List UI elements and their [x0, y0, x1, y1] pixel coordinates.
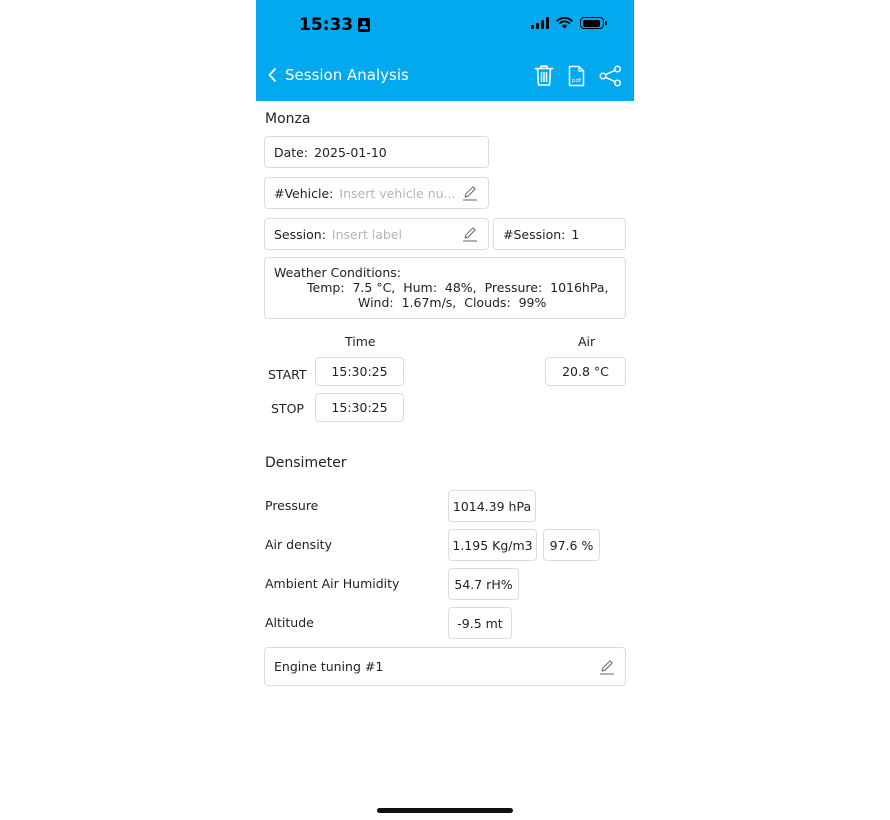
back-button[interactable]: Session Analysis — [268, 66, 409, 84]
start-label: START — [268, 367, 307, 382]
date-label: Date: — [274, 144, 309, 160]
status-bar-time: 15:33 — [299, 15, 371, 35]
home-indicator[interactable] — [377, 808, 513, 813]
session-label-field[interactable]: Session: Insert label — [264, 218, 489, 250]
start-time-value: 15:30:25 — [315, 357, 404, 386]
nav-bar: Session Analysis pdf — [256, 62, 634, 92]
densimeter-title: Densimeter — [265, 455, 347, 471]
session-label: Session: — [274, 226, 326, 242]
wifi-icon — [556, 17, 573, 29]
pressure-value: 1014.39 hPa — [448, 490, 536, 522]
session-number-value: 1 — [571, 226, 580, 242]
track-name: Monza — [265, 111, 311, 127]
weather-line-1: Temp: 7.5 °C, Hum: 48%, Pressure: 1016hP… — [307, 280, 609, 295]
page-title: Session Analysis — [285, 66, 409, 84]
battery-icon — [580, 17, 607, 29]
status-time-text: 15:33 — [299, 15, 354, 35]
time-column-header: Time — [345, 334, 376, 349]
pdf-badge-text: pdf — [572, 78, 582, 84]
pressure-label: Pressure — [265, 498, 319, 513]
session-input-placeholder[interactable]: Insert label — [332, 227, 402, 242]
chevron-left-icon — [268, 68, 276, 82]
air-column-header: Air — [578, 334, 596, 349]
engine-tuning-field[interactable]: Engine tuning #1 — [264, 647, 626, 686]
air-density-label: Air density — [265, 537, 332, 552]
stop-label: STOP — [271, 401, 304, 416]
weather-title: Weather Conditions: — [274, 265, 401, 280]
trash-icon[interactable] — [534, 64, 554, 87]
humidity-label: Ambient Air Humidity — [265, 576, 400, 591]
date-field: Date: 2025-01-10 — [264, 136, 489, 168]
weather-conditions-box: Weather Conditions: Temp: 7.5 °C, Hum: 4… — [264, 257, 626, 319]
air-density-value: 1.195 Kg/m3 — [448, 529, 537, 561]
humidity-value: 54.7 rH% — [448, 568, 519, 600]
cellular-signal-icon — [531, 17, 549, 29]
session-number-label: #Session: — [503, 226, 566, 242]
status-bar-indicators — [531, 17, 607, 29]
share-icon[interactable] — [599, 64, 622, 87]
altitude-label: Altitude — [265, 615, 314, 630]
air-density-percent: 97.6 % — [543, 529, 600, 561]
header-actions: pdf — [534, 64, 622, 87]
engine-tuning-value: Engine tuning #1 — [274, 659, 384, 674]
phone-screen: 15:33 Session Analysis pdf Monza Date: 2… — [256, 0, 634, 820]
pencil-icon[interactable] — [462, 185, 478, 201]
vehicle-input-placeholder[interactable]: Insert vehicle nu... — [339, 186, 455, 201]
contact-card-icon — [358, 18, 371, 32]
app-header: 15:33 Session Analysis pdf — [256, 0, 634, 101]
weather-line-2: Wind: 1.67m/s, Clouds: 99% — [358, 295, 547, 310]
pencil-icon[interactable] — [462, 226, 478, 242]
stop-time-value: 15:30:25 — [315, 393, 404, 422]
vehicle-field[interactable]: #Vehicle: Insert vehicle nu... — [264, 177, 489, 209]
air-temperature-value: 20.8 °C — [545, 357, 626, 386]
date-value: 2025-01-10 — [314, 144, 387, 160]
session-number-field: #Session: 1 — [493, 218, 626, 250]
vehicle-label: #Vehicle: — [274, 185, 334, 201]
altitude-value: -9.5 mt — [448, 607, 512, 639]
pencil-icon[interactable] — [599, 659, 615, 675]
pdf-file-icon[interactable]: pdf — [568, 65, 585, 87]
